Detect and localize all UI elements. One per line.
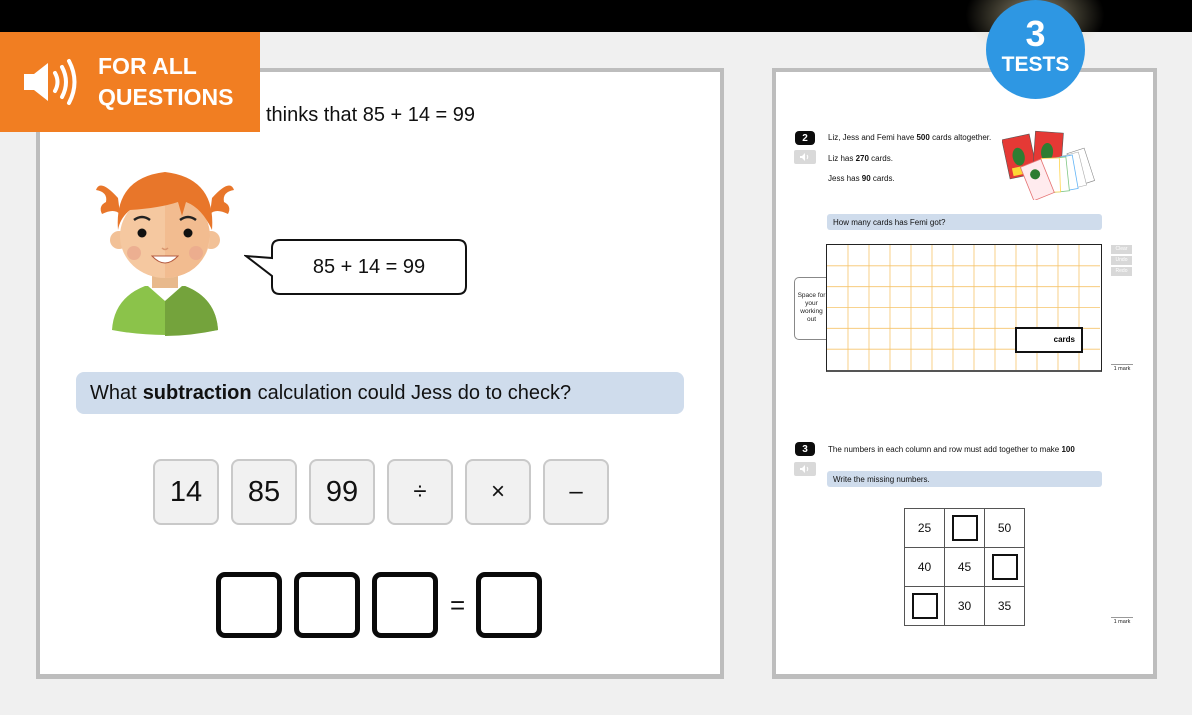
speaker-icon bbox=[800, 465, 809, 473]
undo-button[interactable]: Undo bbox=[1111, 256, 1132, 265]
tests-badge: 3 TESTS bbox=[986, 0, 1085, 99]
q3-line-1: The numbers in each column and row must … bbox=[828, 445, 1075, 454]
banner-line-1: FOR ALL bbox=[98, 53, 197, 79]
speaker-icon bbox=[800, 153, 809, 161]
question-3-number: 3 bbox=[795, 442, 815, 456]
banner-line-2: QUESTIONS bbox=[98, 84, 234, 110]
grid-cell: 30 bbox=[944, 586, 985, 626]
clear-button[interactable]: Clear bbox=[1111, 245, 1132, 254]
grid-cell-missing[interactable] bbox=[904, 586, 945, 626]
q2-line-3: Jess has 90 cards. bbox=[828, 174, 895, 183]
tile-subtract[interactable]: – bbox=[543, 459, 609, 525]
audio-for-all-questions-button[interactable]: FOR ALL QUESTIONS bbox=[0, 32, 260, 132]
q2-mark: 1 mark bbox=[1111, 364, 1133, 372]
grid-cell-missing[interactable] bbox=[944, 508, 985, 548]
banner-label: FOR ALL QUESTIONS bbox=[98, 51, 233, 113]
grid-cell: 40 bbox=[904, 547, 945, 587]
speech-bubble-text: 85 + 14 = 99 bbox=[312, 255, 426, 278]
working-out-label: Space for your working out bbox=[794, 277, 828, 340]
missing-number-box[interactable] bbox=[911, 593, 938, 619]
answer-unit-label: cards bbox=[1053, 335, 1075, 344]
q2-answer-box[interactable]: cards bbox=[1015, 327, 1083, 353]
answer-slot-result[interactable] bbox=[476, 572, 542, 638]
missing-number-box[interactable] bbox=[951, 515, 978, 541]
question-prompt: What subtraction calculation could Jess … bbox=[76, 372, 684, 414]
tests-label: TESTS bbox=[1001, 53, 1070, 76]
prompt-text-after: calculation could Jess do to check? bbox=[257, 381, 572, 404]
tile-99[interactable]: 99 bbox=[309, 459, 375, 525]
prompt-text-before: What bbox=[90, 381, 137, 404]
speaker-icon bbox=[24, 59, 77, 105]
answer-slot-3[interactable] bbox=[372, 572, 438, 638]
answer-slot-2[interactable] bbox=[294, 572, 360, 638]
q2-prompt: How many cards has Femi got? bbox=[827, 214, 1102, 230]
tile-85[interactable]: 85 bbox=[231, 459, 297, 525]
tests-count: 3 bbox=[1025, 13, 1046, 54]
tile-divide[interactable]: ÷ bbox=[387, 459, 453, 525]
girl-character-illustration bbox=[96, 172, 234, 336]
q2-line-1: Liz, Jess and Femi have 500 cards altoge… bbox=[828, 133, 992, 142]
missing-number-box[interactable] bbox=[991, 554, 1018, 580]
grid-cell: 25 bbox=[904, 508, 945, 548]
grid-cell: 50 bbox=[984, 508, 1025, 548]
answer-equation: = bbox=[216, 572, 554, 638]
tile-multiply[interactable]: × bbox=[465, 459, 531, 525]
answer-tiles: 14 85 99 ÷ × – bbox=[153, 459, 609, 525]
question-2-audio-button[interactable] bbox=[794, 150, 816, 164]
trading-cards-illustration bbox=[1002, 130, 1095, 200]
grid-cell: 45 bbox=[944, 547, 985, 587]
tile-14[interactable]: 14 bbox=[153, 459, 219, 525]
magic-square-grid: 25 50 40 45 30 35 bbox=[904, 508, 1025, 626]
q3-mark: 1 mark bbox=[1111, 617, 1133, 625]
grid-cell: 35 bbox=[984, 586, 1025, 626]
answer-slot-1[interactable] bbox=[216, 572, 282, 638]
equals-sign: = bbox=[450, 589, 466, 620]
question-intro: thinks that 85 + 14 = 99 bbox=[266, 104, 476, 126]
grid-cell-missing[interactable] bbox=[984, 547, 1025, 587]
q2-line-2: Liz has 270 cards. bbox=[828, 154, 893, 163]
redo-button[interactable]: Redo bbox=[1111, 267, 1132, 276]
question-3-audio-button[interactable] bbox=[794, 462, 816, 476]
question-2-number: 2 bbox=[795, 131, 815, 145]
prompt-text-bold: subtraction bbox=[142, 381, 252, 404]
q3-prompt: Write the missing numbers. bbox=[827, 471, 1102, 487]
